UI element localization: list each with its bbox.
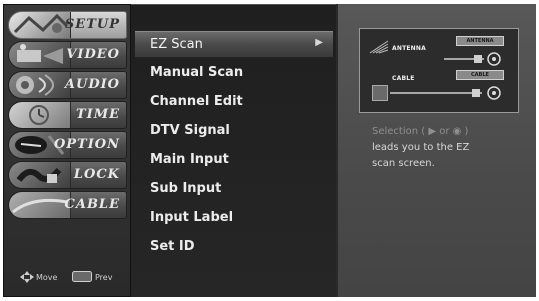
time-icon: [9, 102, 71, 128]
menu-item-label: LOCK: [73, 167, 120, 182]
menu-item-label: TIME: [75, 107, 120, 122]
cable-connector-icon: [390, 86, 501, 100]
menu-item-option[interactable]: OPTION: [8, 131, 127, 159]
submenu-item-set-id[interactable]: Set ID: [135, 234, 333, 261]
menu-item-lock[interactable]: LOCK: [8, 161, 127, 189]
menu-item-cable[interactable]: CABLE: [8, 191, 127, 219]
menu-item-label: OPTION: [53, 137, 120, 152]
menu-item-time[interactable]: TIME: [8, 101, 127, 129]
submenu-item-main-input[interactable]: Main Input: [135, 147, 333, 174]
cable-label: CABLE: [392, 75, 415, 82]
menu-item-label: SETUP: [64, 17, 120, 32]
antenna-label: ANTENNA: [392, 45, 426, 52]
submenu-item-dtv-signal[interactable]: DTV Signal: [135, 118, 333, 145]
menu-item-setup[interactable]: SETUP: [8, 11, 127, 39]
cable-icon: [9, 192, 71, 218]
main-menu: SETUP VIDEO AUDIO TIME OPTION LOCK CABLE…: [3, 4, 131, 297]
antenna-port-label: ANTENNA: [456, 36, 504, 46]
submenu-item-sub-input[interactable]: Sub Input: [135, 176, 333, 203]
lock-icon: [9, 162, 71, 188]
submenu-item-channel-edit[interactable]: Channel Edit: [135, 89, 333, 116]
submenu-item-manual-scan[interactable]: Manual Scan: [135, 60, 333, 87]
menu-footer: Move Prev: [10, 268, 128, 286]
menu-button-icon: [72, 271, 92, 282]
connection-diagram: ANTENNA ANTENNA CABLE CABLE: [359, 28, 519, 113]
chevron-right-icon: ▶: [315, 37, 323, 48]
help-description: Selection ( ▶ or ◉ ) leads you to the EZ…: [372, 124, 522, 172]
antenna-connector-icon: [444, 52, 501, 66]
menu-item-video[interactable]: VIDEO: [8, 41, 127, 69]
video-icon: [9, 42, 71, 68]
menu-item-label: AUDIO: [64, 77, 120, 92]
help-line: scan screen.: [372, 158, 435, 169]
menu-item-label: VIDEO: [66, 47, 120, 62]
tv-menu-screen: SETUP VIDEO AUDIO TIME OPTION LOCK CABLE…: [0, 0, 539, 301]
help-panel: ANTENNA ANTENNA CABLE CABLE Selection (…: [336, 4, 536, 297]
help-line: leads you to the EZ: [372, 142, 470, 153]
setup-icon: [9, 12, 71, 38]
move-icon: [20, 271, 34, 283]
submenu-item-input-label[interactable]: Input Label: [135, 205, 333, 232]
help-line: Selection ( ▶ or ◉ ): [372, 126, 469, 137]
menu-item-label: CABLE: [64, 197, 120, 212]
menu-item-audio[interactable]: AUDIO: [8, 71, 127, 99]
setup-submenu: EZ Scan ▶ Manual Scan Channel Edit DTV S…: [131, 4, 336, 297]
cable-box-icon: [372, 85, 388, 101]
cable-port-label: CABLE: [456, 70, 504, 80]
audio-icon: [9, 72, 71, 98]
antenna-icon: [369, 40, 389, 54]
submenu-item-ez-scan[interactable]: EZ Scan ▶: [135, 31, 333, 58]
